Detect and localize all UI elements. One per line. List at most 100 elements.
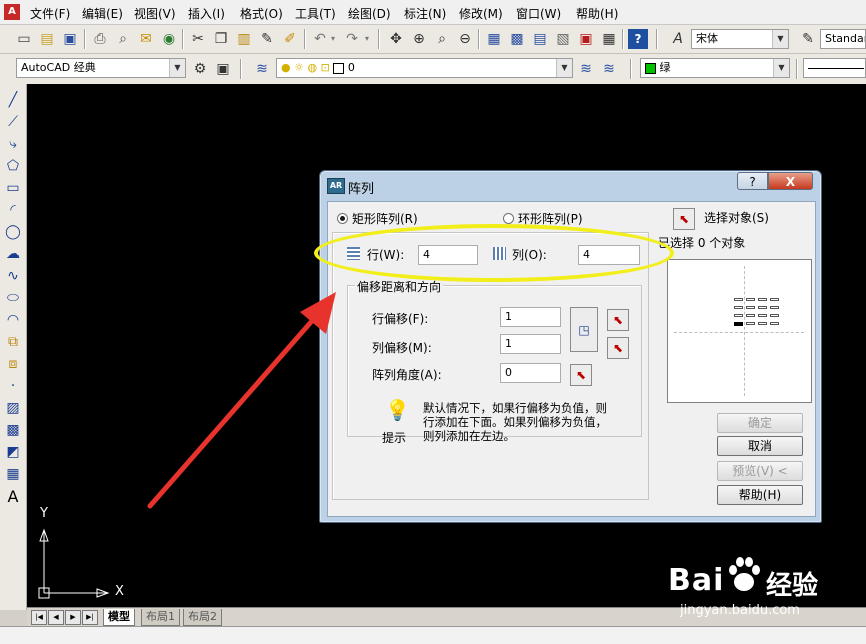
multiline-text-icon[interactable]: A (3, 486, 23, 506)
point-icon[interactable]: · (3, 376, 23, 396)
menu-modify[interactable]: 修改(M) (459, 5, 503, 22)
layer-manager-icon[interactable]: ≋ (252, 59, 272, 79)
markup-icon[interactable]: ▣ (576, 29, 596, 49)
print-preview-icon[interactable]: ⌕ (113, 29, 133, 49)
help-button[interactable]: 帮助(H) (717, 485, 803, 505)
layer-previous-icon[interactable]: ≋ (599, 59, 619, 79)
dialog-title-bar[interactable]: AR 阵列 ? X (320, 171, 821, 199)
workspace-settings-icon[interactable]: ⚙ (190, 59, 210, 79)
linetype-combo[interactable] (803, 58, 866, 78)
layer-combo[interactable]: ● ☼ ◍ ⊡ 0 ▼ (276, 58, 573, 78)
undo-icon[interactable]: ↶ (310, 29, 330, 49)
zoom-realtime-icon[interactable]: ⊕ (409, 29, 429, 49)
menu-draw[interactable]: 绘图(D) (348, 5, 391, 22)
text-style-combo[interactable]: 宋体 ▼ (691, 29, 789, 49)
rect-array-radio[interactable] (337, 213, 348, 224)
tab-layout1[interactable]: 布局1 (141, 609, 180, 626)
prev-tab-icon[interactable]: ◀ (48, 610, 64, 625)
line-icon[interactable]: ╱ (3, 90, 23, 110)
save-workspace-icon[interactable]: ▣ (213, 59, 233, 79)
zoom-previous-icon[interactable]: ⊖ (455, 29, 475, 49)
dimension-style-combo[interactable]: Standar (820, 29, 866, 49)
cancel-button[interactable]: 取消 (717, 436, 803, 456)
tab-layout2[interactable]: 布局2 (183, 609, 222, 626)
pick-col-offset-icon[interactable]: ⬉ (607, 337, 629, 359)
menu-help[interactable]: 帮助(H) (576, 5, 618, 22)
workspace-combo[interactable]: AutoCAD 经典 ▼ (16, 58, 186, 78)
ellipse-icon[interactable]: ⬭ (3, 288, 23, 308)
menu-insert[interactable]: 插入(I) (188, 5, 225, 22)
array-angle-input[interactable]: 0 (500, 363, 561, 383)
print-icon[interactable]: ⎙ (90, 29, 110, 49)
next-tab-icon[interactable]: ▶ (65, 610, 81, 625)
chevron-down-icon[interactable]: ▼ (773, 59, 789, 77)
menu-view[interactable]: 视图(V) (134, 5, 176, 22)
close-button[interactable]: X (768, 172, 813, 190)
preview-button[interactable]: 预览(V) < (717, 461, 803, 481)
pick-angle-icon[interactable]: ⬉ (570, 364, 592, 386)
menu-format[interactable]: 格式(O) (240, 5, 283, 22)
dimension-style-icon[interactable]: ✎ (798, 29, 818, 49)
circle-icon[interactable]: ◯ (3, 222, 23, 242)
spline-icon[interactable]: ∿ (3, 266, 23, 286)
save-icon[interactable]: ▣ (60, 29, 80, 49)
menu-file[interactable]: 文件(F) (30, 5, 70, 22)
cut-icon[interactable]: ✂ (188, 29, 208, 49)
polyline-icon[interactable]: ⤷ (3, 134, 23, 154)
gradient-icon[interactable]: ▩ (3, 420, 23, 440)
arc-icon[interactable]: ◜ (3, 200, 23, 220)
pick-both-offsets-button[interactable]: ◳ (570, 307, 598, 352)
region-icon[interactable]: ◩ (3, 442, 23, 462)
zoom-window-icon[interactable]: ⌕ (432, 29, 452, 49)
menu-dimension[interactable]: 标注(N) (404, 5, 446, 22)
construction-line-icon[interactable]: ⟋ (3, 112, 23, 132)
new-icon[interactable]: ▭ (14, 29, 34, 49)
app-icon[interactable]: A (4, 4, 20, 20)
pick-row-offset-icon[interactable]: ⬉ (607, 309, 629, 331)
help-icon[interactable]: ? (628, 29, 648, 49)
publish-icon[interactable]: ✉ (136, 29, 156, 49)
revision-cloud-icon[interactable]: ☁ (3, 244, 23, 264)
redo-dropdown-icon[interactable]: ▾ (362, 29, 372, 49)
ok-button[interactable]: 确定 (717, 413, 803, 433)
insert-block-icon[interactable]: ⧉ (3, 332, 23, 352)
redo-icon[interactable]: ↷ (342, 29, 362, 49)
properties-icon[interactable]: ▦ (484, 29, 504, 49)
rectangle-icon[interactable]: ▭ (3, 178, 23, 198)
copy-icon[interactable]: ❐ (211, 29, 231, 49)
last-tab-icon[interactable]: ▶| (82, 610, 98, 625)
paste-icon[interactable]: ▥ (234, 29, 254, 49)
open-icon[interactable]: ▤ (37, 29, 57, 49)
menu-tools[interactable]: 工具(T) (295, 5, 336, 22)
block-editor-icon[interactable]: ✐ (280, 29, 300, 49)
3d-dwf-icon[interactable]: ◉ (159, 29, 179, 49)
menu-edit[interactable]: 编辑(E) (82, 5, 123, 22)
match-properties-icon[interactable]: ✎ (257, 29, 277, 49)
rect-array-label[interactable]: 矩形阵列(R) (352, 210, 418, 227)
design-center-icon[interactable]: ▩ (507, 29, 527, 49)
undo-dropdown-icon[interactable]: ▾ (328, 29, 338, 49)
calculator-icon[interactable]: ▦ (599, 29, 619, 49)
sheet-set-icon[interactable]: ▧ (553, 29, 573, 49)
first-tab-icon[interactable]: |◀ (31, 610, 47, 625)
pan-icon[interactable]: ✥ (386, 29, 406, 49)
polygon-icon[interactable]: ⬠ (3, 156, 23, 176)
polar-array-radio[interactable] (503, 213, 514, 224)
menu-window[interactable]: 窗口(W) (516, 5, 561, 22)
chevron-down-icon[interactable]: ▼ (772, 30, 788, 48)
chevron-down-icon[interactable]: ▼ (556, 59, 572, 77)
make-block-icon[interactable]: ⧈ (3, 354, 23, 374)
select-objects-button[interactable]: ⬉ (673, 208, 695, 230)
ellipse-arc-icon[interactable]: ◠ (3, 310, 23, 330)
dialog-help-button[interactable]: ? (737, 172, 768, 190)
table-icon[interactable]: ▦ (3, 464, 23, 484)
tab-model[interactable]: 模型 (103, 609, 135, 626)
text-style-icon[interactable]: A (668, 29, 688, 49)
command-line[interactable] (0, 626, 866, 644)
row-offset-input[interactable]: 1 (500, 307, 561, 327)
color-combo[interactable]: 绿 ▼ (640, 58, 790, 78)
hatch-icon[interactable]: ▨ (3, 398, 23, 418)
col-offset-input[interactable]: 1 (500, 334, 561, 354)
tool-palettes-icon[interactable]: ▤ (530, 29, 550, 49)
chevron-down-icon[interactable]: ▼ (169, 59, 185, 77)
